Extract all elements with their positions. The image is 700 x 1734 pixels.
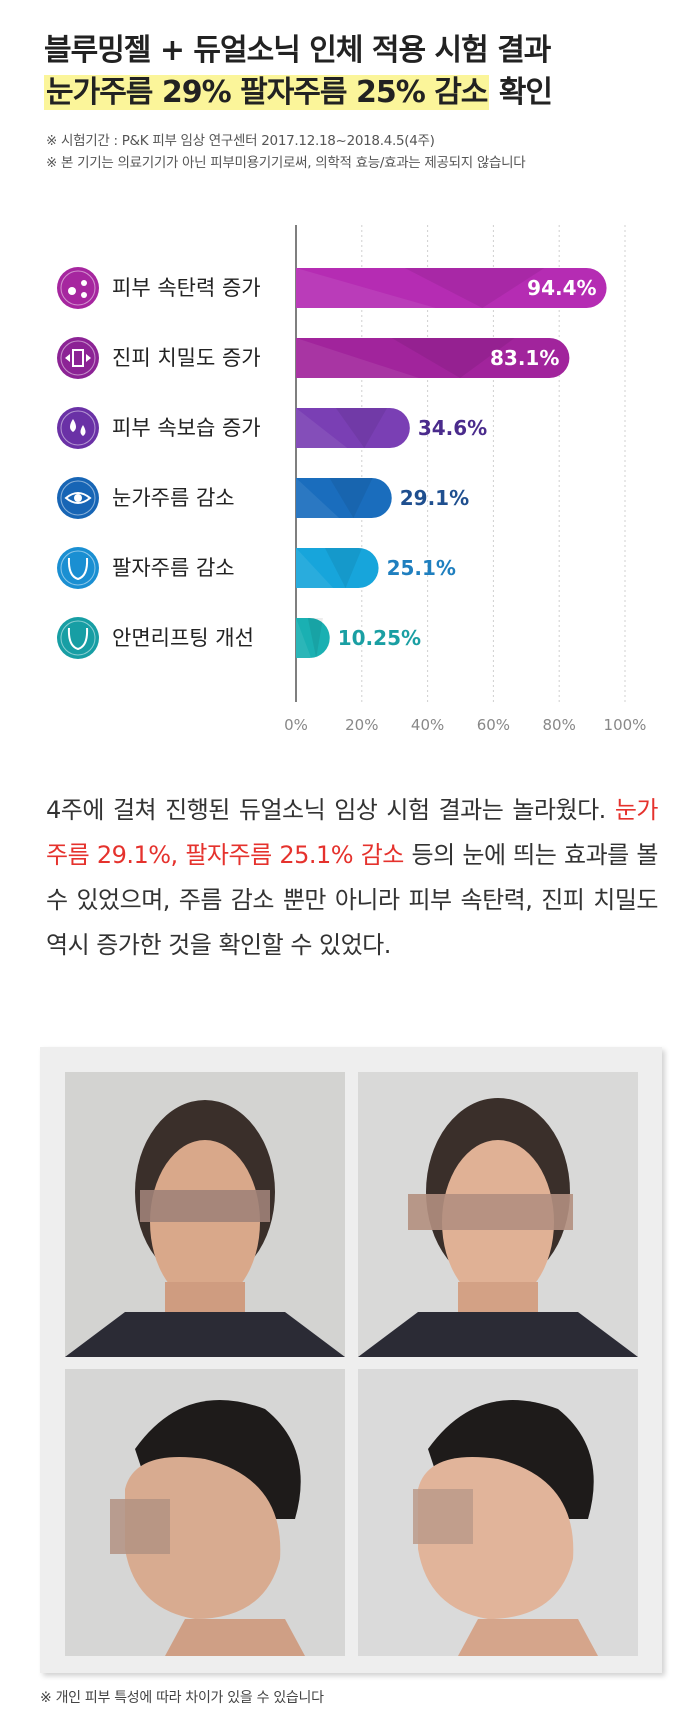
bar-value-label: 83.1%	[490, 346, 559, 370]
molecule-dot	[68, 287, 76, 295]
bar-value-label: 10.25%	[338, 626, 421, 650]
x-tick-label: 20%	[345, 716, 378, 734]
title-block: 블루밍젤 + 듀얼소닉 인체 적용 시험 결과 눈가주름 29% 팔자주름 25…	[44, 30, 553, 114]
paragraph-part1: 4주에 걸쳐 진행된 듀얼소닉 임상 시험 결과는 놀라웠다.	[46, 796, 615, 824]
test-notes: ※ 시험기간 : P&K 피부 임상 연구센터 2017.12.18~2018.…	[46, 130, 526, 174]
portrait-side-image	[65, 1369, 345, 1656]
x-tick-label: 0%	[284, 716, 308, 734]
after-side-photo	[358, 1369, 638, 1656]
portrait-front-image	[358, 1072, 638, 1357]
subtitle-highlight: 눈가주름 29% 팔자주름 25% 감소	[44, 75, 490, 110]
before-front-photo	[65, 1072, 345, 1357]
before-side-photo	[65, 1369, 345, 1656]
face-nasolabial-icon	[57, 547, 99, 589]
before-after-gallery	[40, 1047, 662, 1673]
category-label: 진피 치밀도 증가	[112, 346, 261, 370]
face-lifting-icon	[57, 617, 99, 659]
category-label: 안면리프팅 개선	[112, 626, 254, 650]
category-label: 피부 속보습 증가	[112, 416, 261, 440]
molecule-dot	[81, 292, 87, 298]
result-paragraph: 4주에 걸쳐 진행된 듀얼소닉 임상 시험 결과는 놀라웠다. 눈가주름 29.…	[46, 788, 659, 968]
category-label: 팔자주름 감소	[112, 556, 235, 580]
after-front-photo	[358, 1072, 638, 1357]
x-tick-label: 60%	[477, 716, 510, 734]
portrait-front-image	[65, 1072, 345, 1357]
molecule-icon	[57, 267, 99, 309]
bar-value-label: 29.1%	[400, 486, 469, 510]
category-label: 피부 속탄력 증가	[112, 276, 261, 300]
molecule-dot	[81, 280, 87, 286]
page-subtitle: 눈가주름 29% 팔자주름 25% 감소 확인	[44, 72, 553, 114]
bar-chart-svg: 0% 20% 40% 60% 80% 100% 94.4% 피부 속탄력 증가 83.1% 진피 …	[57, 225, 647, 734]
skin-density-icon	[57, 337, 99, 379]
category-label: 눈가주름 감소	[112, 486, 235, 510]
x-tick-label: 100%	[604, 716, 647, 734]
test-period-note: ※ 시험기간 : P&K 피부 임상 연구센터 2017.12.18~2018.…	[46, 133, 435, 149]
page-title: 블루밍젤 + 듀얼소닉 인체 적용 시험 결과	[44, 33, 551, 68]
eye-pupil	[74, 494, 82, 502]
device-disclaimer-note: ※ 본 기기는 의료기기가 아닌 피부미용기기로써, 의학적 효능/효과는 제공…	[46, 155, 526, 171]
footer-disclaimer: ※ 개인 피부 특성에 따라 차이가 있을 수 있습니다	[40, 1690, 324, 1706]
portrait-side-image	[358, 1369, 638, 1656]
x-tick-label: 80%	[543, 716, 576, 734]
results-chart: 0% 20% 40% 60% 80% 100% 94.4% 피부 속탄력 증가 83.1% 진피 …	[0, 215, 700, 745]
bar-value-label: 25.1%	[387, 556, 456, 580]
subtitle-rest: 확인	[489, 75, 553, 110]
x-tick-label: 40%	[411, 716, 444, 734]
water-drops-icon	[57, 407, 99, 449]
bar-value-label: 34.6%	[418, 416, 487, 440]
bar-value-label: 94.4%	[527, 276, 596, 300]
